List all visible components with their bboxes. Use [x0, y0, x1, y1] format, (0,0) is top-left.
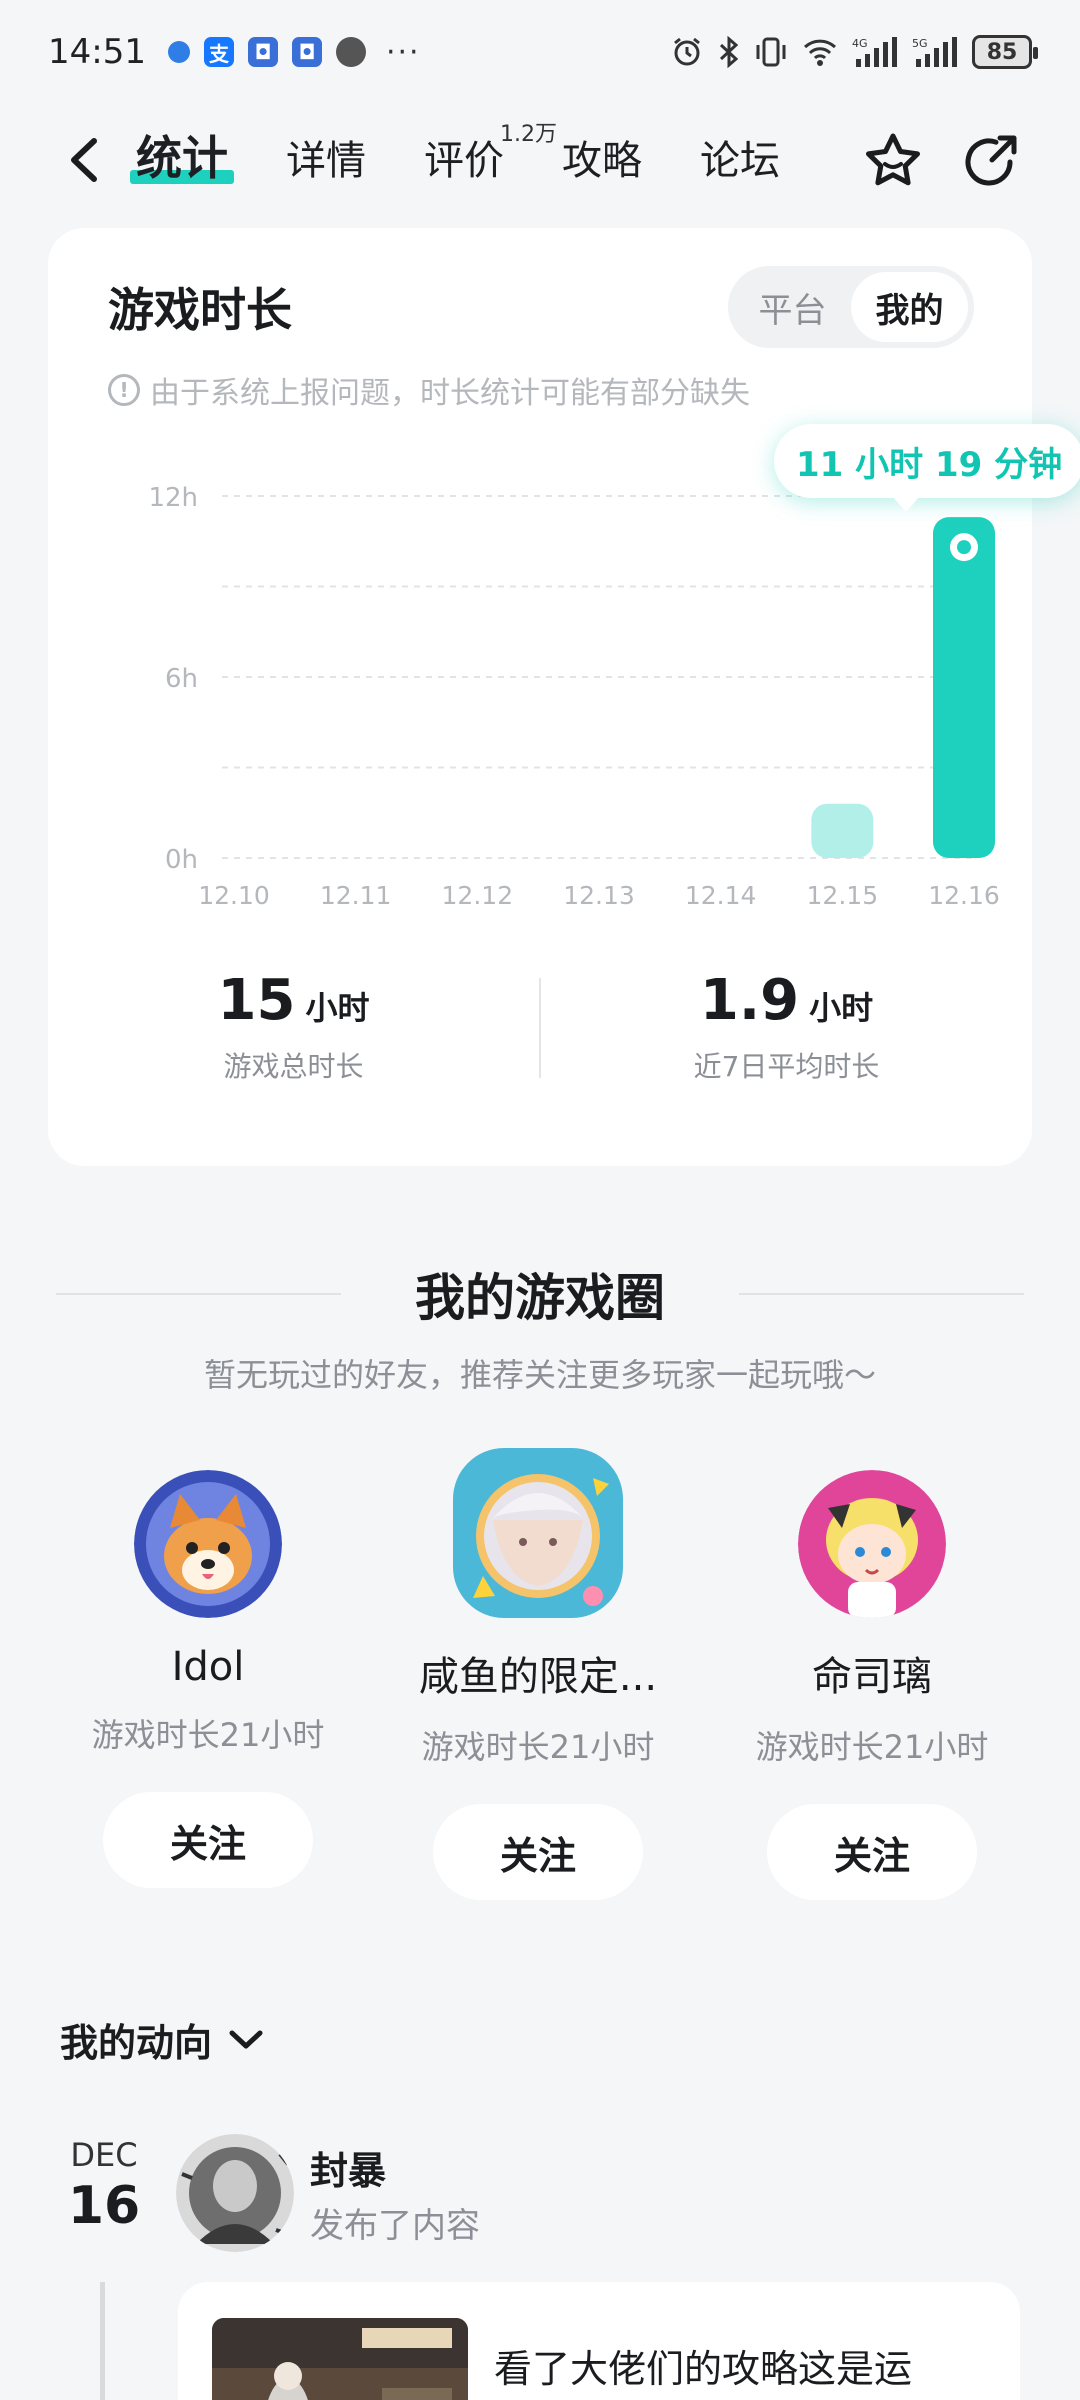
divider	[739, 1293, 1024, 1295]
signal-5g-icon: 5G	[912, 37, 957, 67]
status-time: 14:51	[48, 32, 146, 72]
post-thumbnail	[212, 2318, 468, 2400]
game-circle-header: 我的游戏圈	[56, 1262, 1024, 1327]
pin-icon	[167, 41, 190, 63]
chart-bar	[933, 517, 995, 858]
total-playtime: 15 小时 游戏总时长	[48, 968, 539, 1108]
activity-username[interactable]: 封暴	[310, 2140, 386, 2195]
tab-reviews[interactable]: 评价	[424, 128, 504, 186]
status-bar: 14:51 支 ◘ ◘ ··· 4G 5G 85	[0, 0, 1080, 104]
stats-summary: 15 小时 游戏总时长 1.9 小时 近7日平均时长	[48, 968, 1032, 1108]
more-notifications-icon: ···	[385, 34, 421, 70]
chart-bar	[811, 803, 874, 858]
signal-4g-icon: 4G	[852, 37, 897, 67]
alarm-icon	[674, 37, 700, 66]
tab-label: 统计	[136, 131, 228, 185]
post-card[interactable]: 看了大佬们的攻略这是运	[178, 2282, 1020, 2400]
player-playtime: 游戏时长21小时	[755, 1728, 989, 1766]
avatar[interactable]	[453, 1448, 623, 1618]
battery-indicator: 85	[972, 35, 1038, 69]
average-playtime: 1.9 小时 近7日平均时长	[541, 968, 1032, 1108]
favorite-button[interactable]	[860, 128, 926, 194]
play-time-card: 游戏时长 平台 我的 ! 由于系统上报问题，时长统计可能有部分缺失 0h 6h 12…	[48, 228, 1080, 1166]
back-arrow-icon	[71, 138, 97, 182]
svg-text:5G: 5G	[912, 37, 928, 50]
x-tick-label: 12.15	[807, 881, 879, 910]
player-playtime: 游戏时长21小时	[91, 1716, 325, 1754]
follow-button[interactable]: 关注	[767, 1804, 977, 1900]
chevron-down-icon	[229, 2030, 263, 2048]
tab-details[interactable]: 详情	[286, 128, 366, 186]
back-button[interactable]	[56, 132, 112, 188]
section-title: 我的游戏圈	[415, 1269, 665, 1327]
y-tick-label: 12h	[148, 483, 198, 513]
player-name: Idol	[171, 1644, 245, 1690]
tab-label: 评价	[424, 138, 504, 184]
user-avatar[interactable]	[176, 2134, 294, 2252]
chat-icon	[335, 37, 366, 67]
y-tick-label: 0h	[165, 845, 198, 875]
review-count-badge: 1.2万	[500, 122, 557, 147]
avatar[interactable]	[798, 1470, 946, 1618]
tab-stats[interactable]: 统计	[130, 122, 234, 188]
x-tick-label: 12.13	[563, 881, 635, 910]
alipay-icon: 支	[203, 37, 234, 67]
tab-label: 攻略	[562, 138, 642, 184]
follow-button[interactable]: 关注	[103, 1792, 313, 1888]
activity-date: DEC 16	[52, 2136, 156, 2232]
svg-text:4G: 4G	[852, 37, 868, 50]
post-title: 看了大佬们的攻略这是运	[494, 2347, 913, 2391]
tab-guides[interactable]: 攻略	[562, 128, 642, 186]
bluetooth-icon	[719, 35, 739, 69]
share-button[interactable]	[958, 128, 1024, 194]
follow-button[interactable]: 关注	[433, 1804, 643, 1900]
player-card: Idol 游戏时长21小时 关注	[58, 1470, 358, 1888]
avatar[interactable]	[134, 1470, 282, 1618]
player-name: 咸鱼的限定...	[418, 1654, 658, 1700]
tooltip-text: 11 小时 19 分钟	[796, 444, 1063, 485]
wifi-icon	[803, 39, 837, 66]
activity-filter[interactable]: 我的动向	[60, 2012, 264, 2067]
x-tick-label: 12.12	[442, 881, 514, 910]
y-tick-label: 6h	[165, 664, 198, 694]
tab-label: 论坛	[700, 138, 780, 184]
activity-title: 我的动向	[60, 2021, 213, 2065]
player-name: 命司璃	[812, 1654, 932, 1700]
activity-action: 发布了内容	[310, 2206, 480, 2246]
x-tick-label: 12.16	[928, 881, 1000, 910]
total-playtime-unit: 小时	[305, 989, 370, 1027]
average-playtime-value: 1.9	[699, 968, 800, 1033]
total-playtime-value: 15	[217, 968, 296, 1033]
x-tick-label: 12.10	[198, 881, 270, 910]
x-tick-label: 12.11	[320, 881, 392, 910]
total-playtime-label: 游戏总时长	[223, 1050, 364, 1083]
battery-level: 85	[986, 39, 1018, 65]
recommended-players: Idol 游戏时长21小时 关注 咸鱼的限定... 游戏时长21小时 关注 命司…	[0, 1448, 1080, 1900]
average-playtime-unit: 小时	[809, 989, 874, 1027]
bar-marker-dot	[957, 540, 971, 555]
x-tick-label: 12.14	[685, 881, 757, 910]
player-playtime: 游戏时长21小时	[421, 1728, 655, 1766]
divider	[56, 1293, 341, 1295]
selected-bar-tooltip: 11 小时 19 分钟	[774, 424, 1080, 512]
player-card: 咸鱼的限定... 游戏时长21小时 关注	[388, 1448, 688, 1900]
date-day: 16	[67, 2176, 141, 2236]
date-month: DEC	[70, 2136, 138, 2174]
timeline-line	[100, 2282, 105, 2400]
app-icon: ◘	[247, 37, 278, 67]
tab-forum[interactable]: 论坛	[700, 128, 780, 186]
vibrate-icon	[756, 37, 786, 67]
section-subtitle: 暂无玩过的好友，推荐关注更多玩家一起玩哦～	[203, 1356, 876, 1394]
top-nav: 统计 详情 评价 1.2万 攻略 论坛	[0, 110, 1080, 210]
share-icon	[965, 135, 1017, 186]
tab-label: 详情	[286, 138, 366, 184]
star-icon	[866, 133, 920, 186]
average-playtime-label: 近7日平均时长	[693, 1050, 880, 1083]
app-icon: ◘	[291, 37, 322, 67]
play-time-chart: 0h 6h 12h 12.10 12.11 12.12 12.13 12.14 12.15 12.…	[148, 483, 1000, 910]
player-card: 命司璃 游戏时长21小时 关注	[722, 1470, 1022, 1900]
